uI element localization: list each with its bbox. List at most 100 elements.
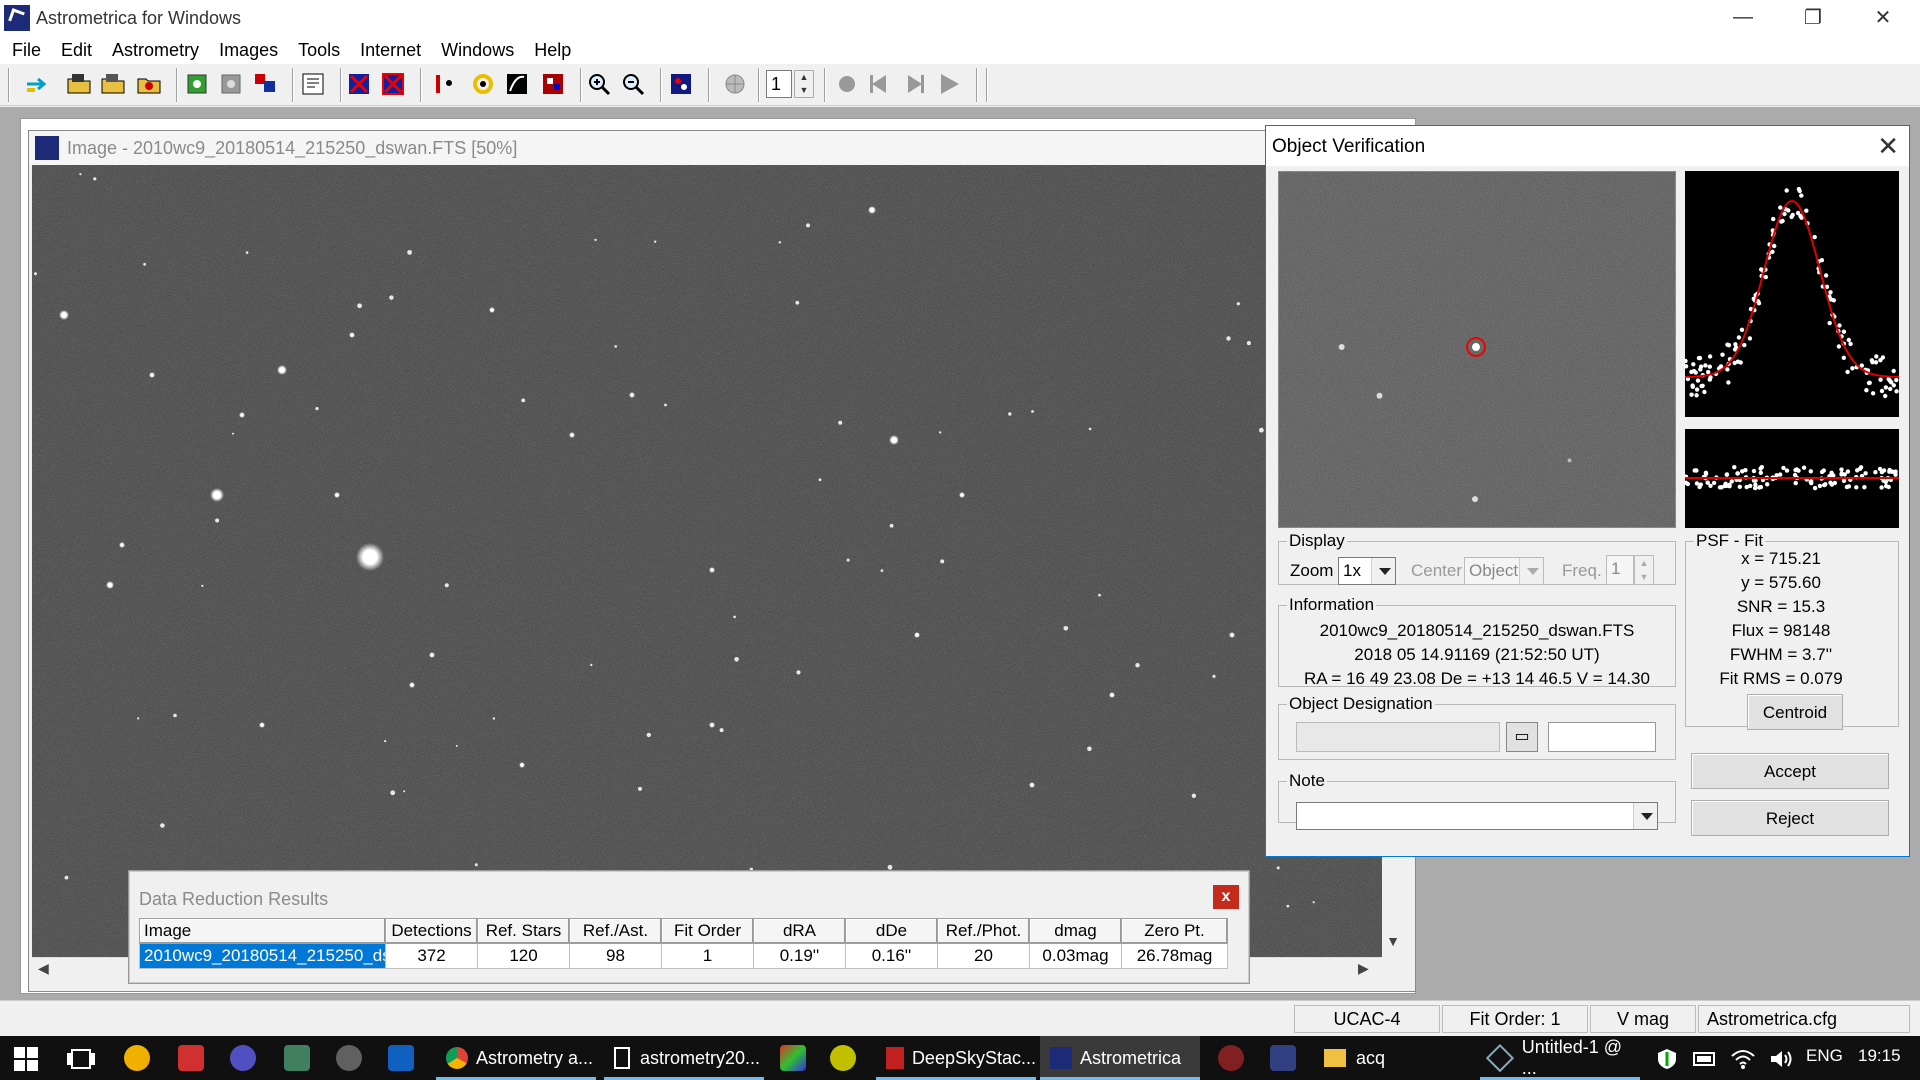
minimize-button[interactable]: — [1708, 0, 1778, 34]
designation-field[interactable] [1296, 722, 1500, 752]
cell-dra[interactable]: 0.19'' [753, 943, 846, 969]
image-window-titlebar[interactable]: Image - 2010wc9_20180514_215250_dswan.FT… [29, 131, 1415, 165]
scroll-down-icon[interactable]: ▼ [1382, 933, 1404, 957]
cell-fit-order[interactable]: 1 [661, 943, 754, 969]
col-image[interactable]: Image [139, 918, 386, 944]
asi-app-icon[interactable] [336, 1045, 362, 1071]
pinned-app-icon[interactable] [178, 1045, 204, 1071]
open-folder-3-icon[interactable] [136, 71, 162, 97]
taskbar-app-astrometrica[interactable]: Astrometrica [1040, 1036, 1200, 1080]
centroid-button[interactable]: Centroid [1747, 694, 1843, 730]
zoom-select[interactable]: 1x [1338, 557, 1396, 585]
frame-number-field[interactable]: 1 [766, 70, 792, 98]
freq-field[interactable]: 1 [1606, 555, 1634, 585]
pinned-app-icon[interactable] [1218, 1045, 1244, 1071]
cell-detections[interactable]: 372 [385, 943, 478, 969]
object-verification-dialog[interactable]: Object Verification ✕ Display Zoom 1x Ce… [1265, 125, 1910, 857]
data-icon[interactable] [668, 71, 694, 97]
remove-marker-icon[interactable] [380, 71, 406, 97]
menu-astrometry[interactable]: Astrometry [102, 40, 209, 61]
designation-code-field[interactable] [1548, 722, 1656, 752]
data-reduction-close-button[interactable]: x [1213, 885, 1239, 909]
chevron-down-icon[interactable] [1633, 803, 1657, 829]
center-select[interactable]: Object [1464, 557, 1544, 585]
task-view-icon[interactable] [66, 1048, 96, 1070]
circle-target-icon[interactable] [470, 71, 496, 97]
col-ref-ast[interactable]: Ref./Ast. [569, 918, 662, 944]
note-select[interactable] [1296, 802, 1658, 830]
pinned-app-icon[interactable] [124, 1045, 150, 1071]
open-folder-icon[interactable] [66, 71, 92, 97]
col-ref-stars[interactable]: Ref. Stars [477, 918, 570, 944]
taskbar-app-folder[interactable]: acq [1314, 1036, 1474, 1080]
designation-browse-button[interactable]: ▭ [1506, 722, 1538, 752]
reject-button[interactable]: Reject [1691, 800, 1889, 836]
cell-ref-stars[interactable]: 120 [477, 943, 570, 969]
col-detections[interactable]: Detections [385, 918, 478, 944]
pinned-app-icon[interactable] [780, 1045, 806, 1071]
object-cutout-image[interactable] [1278, 171, 1676, 528]
menu-internet[interactable]: Internet [350, 40, 431, 61]
menu-tools[interactable]: Tools [288, 40, 350, 61]
zoom-out-icon[interactable] [620, 71, 646, 97]
color-image-icon[interactable] [540, 71, 566, 97]
freq-spinner[interactable]: ▲ ▼ [1634, 555, 1654, 585]
pinned-app-icon[interactable] [284, 1045, 310, 1071]
scroll-left-icon[interactable]: ◀ [38, 960, 49, 977]
object-verification-titlebar[interactable]: Object Verification ✕ [1266, 126, 1909, 166]
menu-edit[interactable]: Edit [51, 40, 102, 61]
accept-button[interactable]: Accept [1691, 753, 1889, 789]
taskbar-app-untitled[interactable]: Untitled-1 @ ... [1480, 1036, 1640, 1080]
col-zero-pt[interactable]: Zero Pt. [1121, 918, 1228, 944]
moving-object-icon[interactable] [432, 71, 458, 97]
table-row[interactable]: 2010wc9_20180514_215250_ds 372 120 98 1 … [139, 943, 1228, 969]
taskbar-app-chrome[interactable]: Astrometry a... [436, 1036, 596, 1080]
blink-icon[interactable] [252, 71, 278, 97]
language-indicator[interactable]: ENG [1806, 1046, 1843, 1066]
taskbar-app-document[interactable]: astrometry20... [604, 1036, 764, 1080]
chevron-down-icon[interactable] [1371, 558, 1395, 584]
menu-file[interactable]: File [2, 40, 51, 61]
col-fit-order[interactable]: Fit Order [661, 918, 754, 944]
close-button[interactable]: ✕ [1848, 0, 1918, 34]
cell-ref-phot[interactable]: 20 [937, 943, 1030, 969]
col-ref-phot[interactable]: Ref./Phot. [937, 918, 1030, 944]
cell-dmag[interactable]: 0.03mag [1029, 943, 1122, 969]
sky-image[interactable] [32, 165, 1382, 957]
frame-spinner[interactable]: ▲ ▼ [794, 70, 814, 98]
step-forward-icon[interactable] [902, 71, 928, 97]
taskbar-app-deepskystacker[interactable]: DeepSkyStac... [876, 1036, 1036, 1080]
col-dde[interactable]: dDe [845, 918, 938, 944]
pinned-app-icon[interactable] [230, 1045, 256, 1071]
record-icon[interactable] [834, 71, 860, 97]
zoom-in-icon[interactable] [586, 71, 612, 97]
settings-gray-icon[interactable] [218, 71, 244, 97]
security-shield-icon[interactable] [1656, 1048, 1678, 1070]
settings-green-icon[interactable] [184, 71, 210, 97]
wifi-icon[interactable] [1730, 1048, 1756, 1070]
chevron-down-icon[interactable] [1519, 558, 1543, 584]
open-folder-2-icon[interactable] [100, 71, 126, 97]
load-catalog-icon[interactable] [300, 71, 326, 97]
menu-help[interactable]: Help [524, 40, 581, 61]
cell-image[interactable]: 2010wc9_20180514_215250_ds [139, 943, 386, 969]
data-reduction-results-window[interactable]: Data Reduction Results x Image Detection… [128, 870, 1250, 984]
col-dmag[interactable]: dmag [1029, 918, 1122, 944]
globe-icon[interactable] [722, 71, 748, 97]
restore-button[interactable]: ❐ [1778, 0, 1848, 34]
col-dra[interactable]: dRA [753, 918, 846, 944]
pinned-app-icon[interactable] [1270, 1045, 1296, 1071]
menu-windows[interactable]: Windows [431, 40, 524, 61]
star-marker-icon[interactable] [346, 71, 372, 97]
clock[interactable]: 19:15 [1858, 1046, 1901, 1066]
play-icon[interactable] [936, 71, 962, 97]
go-icon[interactable] [24, 71, 50, 97]
scroll-right-icon[interactable]: ▶ [1358, 960, 1369, 977]
step-back-icon[interactable] [866, 71, 892, 97]
cell-dde[interactable]: 0.16'' [845, 943, 938, 969]
tracking-icon[interactable] [504, 71, 530, 97]
pinned-app-icon[interactable] [830, 1045, 856, 1071]
cell-ref-ast[interactable]: 98 [569, 943, 662, 969]
menu-images[interactable]: Images [209, 40, 288, 61]
windows-start-icon[interactable] [14, 1047, 38, 1071]
